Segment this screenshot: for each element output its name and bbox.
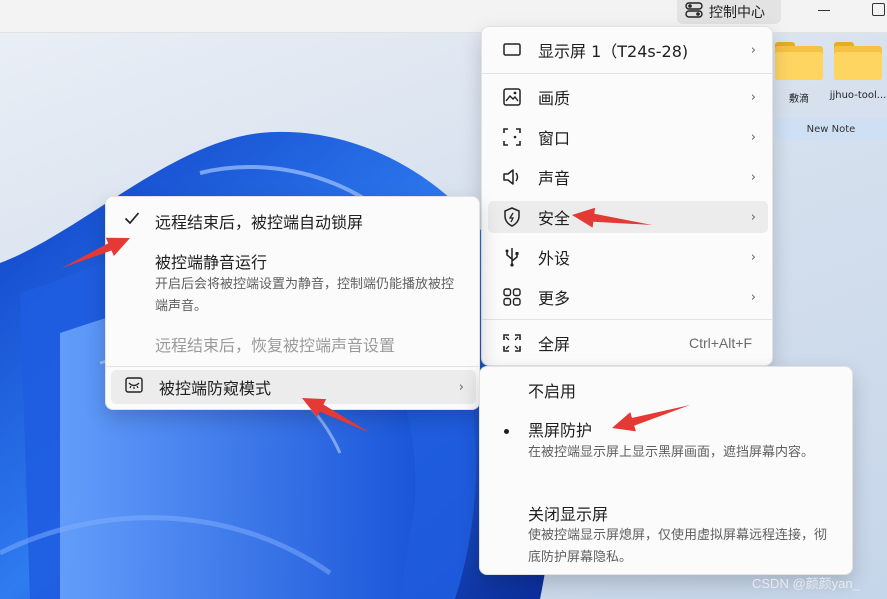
- option-label: 被控端静音运行: [155, 253, 268, 272]
- speaker-icon: [502, 167, 522, 187]
- chevron-right-icon: ›: [750, 43, 756, 58]
- control-center-label: 控制中心: [709, 5, 765, 21]
- folder-label: 敷滴: [789, 94, 809, 105]
- menu-item-more[interactable]: 更多 ›: [488, 281, 768, 313]
- chevron-right-icon: ›: [750, 250, 756, 265]
- menu-item-label: 安全: [538, 209, 571, 228]
- menu-item-peripherals[interactable]: 外设 ›: [488, 241, 768, 273]
- chevron-right-icon: ›: [750, 90, 756, 105]
- monitor-icon: [502, 40, 522, 60]
- menu-divider: [106, 366, 479, 367]
- option-label: 远程结束后，恢复被控端声音设置: [155, 336, 396, 355]
- chevron-right-icon: ›: [458, 380, 464, 395]
- option-privacy-mode[interactable]: 被控端防窥模式 ›: [111, 370, 476, 404]
- usb-icon: [502, 247, 522, 267]
- option-description: 使被控端显示屏熄屏，仅使用虚拟屏幕远程连接，彻底防护屏幕隐私。: [528, 528, 828, 565]
- window-frame-icon: [502, 127, 522, 147]
- privacy-mode-menu: 不启用 黑屏防护 在被控端显示屏上显示黑屏画面，遮挡屏幕内容。 关闭显示屏 使被…: [479, 366, 853, 575]
- selected-dot-icon: [504, 429, 509, 434]
- chevron-right-icon: ›: [750, 130, 756, 145]
- grid-icon: [502, 287, 522, 307]
- menu-divider: [482, 73, 772, 74]
- folder-label: jjhuo-tool...: [829, 90, 887, 101]
- control-center-menu: 显示屏 1（T24s-28) › 画质 › 窗口 › 声音 › 安全 › 外设: [481, 26, 773, 366]
- eye-closed-icon: [125, 377, 143, 397]
- menu-item-label: 画质: [538, 89, 571, 108]
- desktop-folder-1[interactable]: 敷滴: [769, 42, 829, 105]
- option-label: 关闭显示屏: [528, 505, 609, 524]
- chevron-right-icon: ›: [750, 170, 756, 185]
- option-description: 开启后会将被控端设置为静音，控制端仍能播放被控端声音。: [155, 277, 455, 314]
- menu-divider: [482, 319, 772, 320]
- shortcut-label: Ctrl+Alt+F: [688, 335, 752, 351]
- checkmark-icon: [124, 210, 140, 229]
- menu-item-security[interactable]: 安全 ›: [488, 201, 768, 233]
- menu-item-fullscreen[interactable]: 全屏 Ctrl+Alt+F: [488, 327, 768, 359]
- toggle-switch-icon: [685, 2, 703, 22]
- menu-item-label: 更多: [538, 289, 571, 308]
- menu-item-window[interactable]: 窗口 ›: [488, 121, 768, 153]
- option-label: 不启用: [528, 382, 577, 401]
- option-label: 被控端防窥模式: [159, 379, 272, 398]
- minimize-button[interactable]: [815, 2, 833, 20]
- menu-item-sound[interactable]: 声音 ›: [488, 161, 768, 193]
- menu-item-label: 全屏: [538, 335, 571, 354]
- menu-item-label: 外设: [538, 249, 571, 268]
- maximize-button[interactable]: [870, 1, 887, 19]
- fullscreen-icon: [502, 333, 522, 353]
- option-description: 在被控端显示屏上显示黑屏画面，遮挡屏幕内容。: [528, 445, 815, 460]
- menu-item-label: 窗口: [538, 129, 571, 148]
- desktop-note[interactable]: New Note: [775, 118, 887, 140]
- shield-icon: [502, 207, 522, 227]
- security-menu: 远程结束后，被控端自动锁屏 被控端静音运行 开启后会将被控端设置为静音，控制端仍…: [105, 196, 480, 410]
- image-quality-icon: [502, 87, 522, 107]
- desktop-folder-2[interactable]: jjhuo-tool...: [828, 42, 887, 101]
- control-center-button[interactable]: 控制中心: [677, 0, 781, 24]
- watermark: CSDN @颜颜yan_: [752, 576, 860, 591]
- option-label: 远程结束后，被控端自动锁屏: [155, 213, 364, 232]
- folder-icon: [775, 42, 823, 80]
- chevron-right-icon: ›: [750, 290, 756, 305]
- menu-item-display[interactable]: 显示屏 1（T24s-28) ›: [488, 34, 768, 66]
- menu-item-label: 声音: [538, 169, 571, 188]
- menu-item-quality[interactable]: 画质 ›: [488, 81, 768, 113]
- chevron-right-icon: ›: [750, 210, 756, 225]
- folder-icon: [834, 42, 882, 80]
- menu-item-label: 显示屏 1（T24s-28): [538, 42, 689, 61]
- option-label: 黑屏防护: [528, 421, 593, 440]
